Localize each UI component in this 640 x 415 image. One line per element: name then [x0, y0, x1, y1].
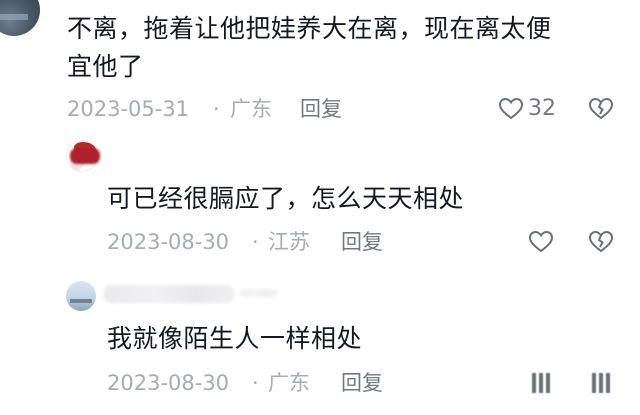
comment-date: 2023-05-31 — [67, 97, 190, 121]
username-blurred[interactable] — [70, 148, 100, 164]
comment-text-line: 可已经很膈应了，怎么天天相处 — [107, 184, 465, 213]
broken-heart-icon[interactable] — [588, 229, 614, 255]
reply-button[interactable]: 回复 — [341, 370, 383, 396]
broken-heart-icon[interactable] — [588, 96, 614, 122]
like-count: 32 — [528, 96, 556, 121]
heart-icon[interactable] — [528, 370, 554, 396]
comment-location: 江苏 — [268, 230, 310, 254]
username-blurred-tail — [240, 289, 278, 297]
separator: · — [252, 230, 259, 254]
username-blurred[interactable] — [104, 285, 234, 303]
broken-heart-icon[interactable] — [588, 370, 614, 396]
comment-date: 2023-08-30 — [107, 371, 230, 395]
separator: · — [252, 371, 259, 395]
comment-text-line: 宜他了 — [67, 52, 144, 81]
heart-icon[interactable] — [498, 96, 524, 122]
avatar[interactable] — [66, 281, 96, 311]
comment-location: 广东 — [230, 97, 272, 121]
comment-text-line: 我就像陌生人一样相处 — [107, 324, 363, 353]
avatar[interactable] — [0, 0, 40, 36]
reply-button[interactable]: 回复 — [300, 96, 342, 122]
heart-icon[interactable] — [528, 229, 554, 255]
comment-location: 广东 — [268, 371, 310, 395]
reply-button[interactable]: 回复 — [341, 229, 383, 255]
comment-text-line: 不离，拖着让他把娃养大在离，现在离太便 — [67, 14, 552, 43]
separator: · — [213, 97, 220, 121]
comment-date: 2023-08-30 — [107, 230, 230, 254]
